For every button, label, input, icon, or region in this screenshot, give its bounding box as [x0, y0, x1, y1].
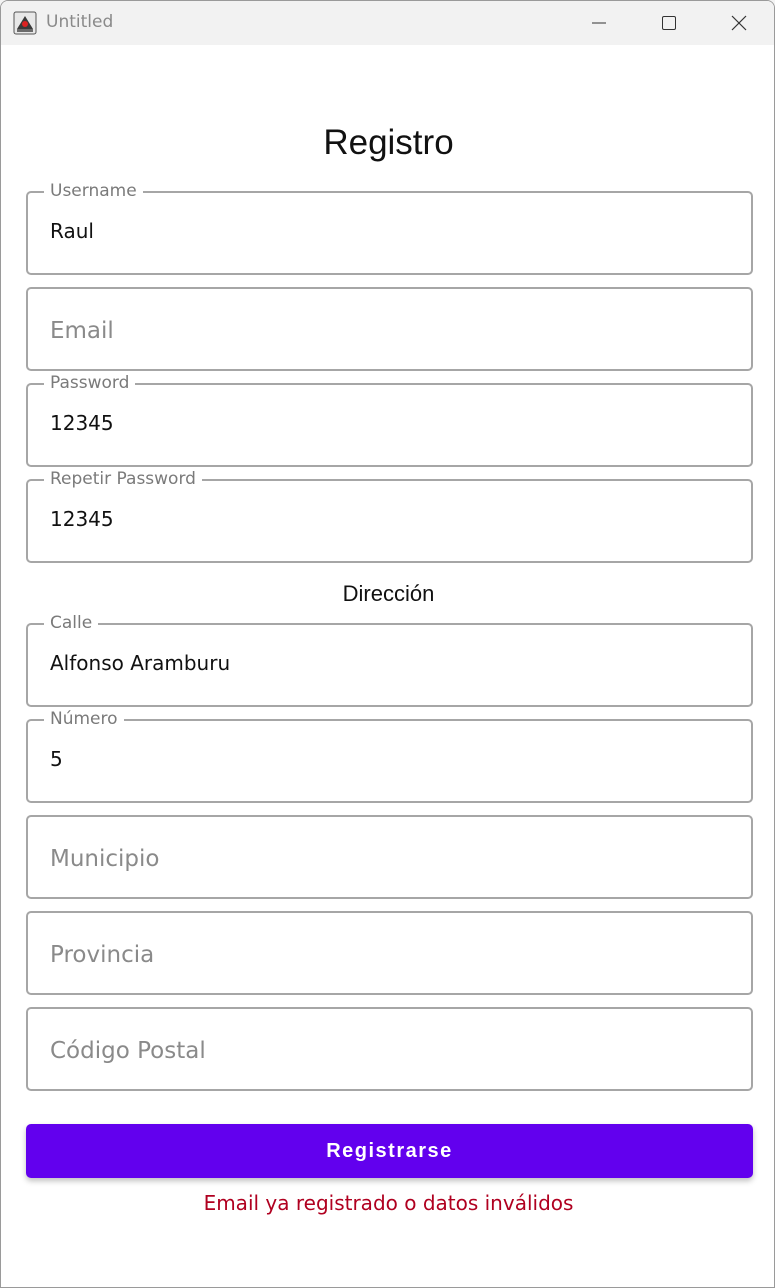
repeat-password-value: 12345	[50, 507, 114, 531]
street-value: Alfonso Aramburu	[50, 651, 231, 675]
close-button[interactable]	[704, 1, 774, 45]
municipality-placeholder: Municipio	[50, 846, 160, 872]
email-placeholder: Email	[50, 318, 114, 344]
page-title: Registro	[323, 123, 454, 162]
close-icon	[731, 15, 747, 31]
username-value: Raul	[50, 219, 94, 243]
repeat-password-label: Repetir Password	[44, 469, 202, 489]
municipality-field[interactable]: Municipio	[26, 815, 753, 899]
minimize-icon	[592, 22, 606, 24]
province-field[interactable]: Provincia	[26, 911, 753, 995]
window-title: Untitled	[46, 12, 114, 32]
number-label: Número	[44, 709, 124, 729]
register-button[interactable]: Registrarse	[26, 1124, 753, 1178]
title-bar[interactable]: Untitled	[1, 1, 774, 45]
password-label: Password	[44, 373, 136, 393]
username-label: Username	[44, 181, 143, 201]
street-field[interactable]: Calle Alfonso Aramburu	[26, 613, 753, 707]
email-field[interactable]: Email	[26, 287, 753, 371]
number-value: 5	[50, 747, 63, 771]
password-field[interactable]: Password 12345	[26, 373, 753, 467]
minimize-button[interactable]	[564, 1, 634, 45]
province-placeholder: Provincia	[50, 942, 155, 968]
username-field[interactable]: Username Raul	[26, 181, 753, 275]
maximize-button[interactable]	[634, 1, 704, 45]
repeat-password-field[interactable]: Repetir Password 12345	[26, 469, 753, 563]
password-value: 12345	[50, 411, 114, 435]
maximize-icon	[662, 16, 676, 30]
address-section-title: Dirección	[342, 581, 435, 606]
error-message: Email ya registrado o datos inválidos	[203, 1191, 574, 1215]
app-window: Untitled Registro Username Raul Email Pa…	[0, 0, 775, 1288]
java-app-icon	[13, 11, 37, 35]
postal-code-placeholder: Código Postal	[50, 1038, 206, 1064]
street-label: Calle	[44, 613, 99, 633]
number-field[interactable]: Número 5	[26, 709, 753, 803]
postal-code-field[interactable]: Código Postal	[26, 1007, 753, 1091]
